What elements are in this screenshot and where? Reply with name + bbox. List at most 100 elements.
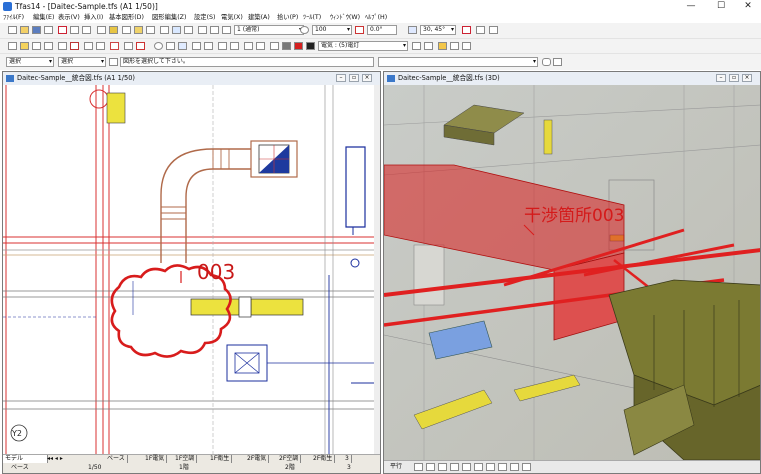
snap-angle-select[interactable]: 30, 45° ▾ xyxy=(420,25,456,35)
3d-model-view[interactable]: 干渉箇所003 xyxy=(384,85,761,461)
command-input[interactable]: ▾ xyxy=(378,57,538,67)
copy-icon[interactable] xyxy=(97,26,106,34)
menu-architecture[interactable]: 建築(A) xyxy=(248,13,270,23)
menu-edit[interactable]: 編集(E) xyxy=(33,13,55,23)
tfs-icon[interactable] xyxy=(489,26,498,34)
fit-icon[interactable] xyxy=(450,463,459,471)
ungroup-icon[interactable] xyxy=(244,42,253,50)
menu-basic-shape[interactable]: 基本図形(D) xyxy=(109,13,144,23)
print-icon[interactable] xyxy=(44,26,53,34)
arrange-icon[interactable] xyxy=(218,42,227,50)
paste-icon[interactable] xyxy=(109,26,118,34)
pane-restore-button[interactable]: ▫ xyxy=(729,74,739,82)
close-button[interactable]: ✕ xyxy=(735,0,761,13)
layer-up-icon[interactable] xyxy=(412,42,421,50)
marker-tool-icon[interactable] xyxy=(110,42,119,50)
tab-2f-plumbing[interactable]: 2F衛生 xyxy=(311,455,336,463)
menu-help[interactable]: ﾍﾙﾌﾟ(H) xyxy=(365,13,387,23)
hatch-tool-icon[interactable] xyxy=(124,42,133,50)
lock-icon[interactable] xyxy=(256,42,265,50)
pane-close-button[interactable]: × xyxy=(742,74,752,82)
layer-list-icon[interactable] xyxy=(450,42,459,50)
menu-shape-edit[interactable]: 図形編集(Z) xyxy=(152,13,186,23)
fill-tool-icon[interactable] xyxy=(20,42,29,50)
3d-viewport[interactable]: 干渉箇所003 xyxy=(384,85,761,461)
menu-insert[interactable]: 挿入(I) xyxy=(84,13,103,23)
tab-1f-plumbing[interactable]: 1F衛生 xyxy=(208,455,233,463)
microphone-icon[interactable] xyxy=(542,58,551,66)
redo-icon[interactable] xyxy=(82,26,91,34)
redraw-icon[interactable] xyxy=(146,26,155,34)
trim-tool-icon[interactable] xyxy=(70,42,79,50)
3d-icon[interactable] xyxy=(476,26,485,34)
layer-select[interactable]: 電気 : (5)電灯 ▾ xyxy=(318,41,408,51)
stamp-icon[interactable] xyxy=(204,42,213,50)
circle-tool-icon[interactable] xyxy=(300,26,309,34)
view-side-icon[interactable] xyxy=(522,463,531,471)
calc-icon[interactable] xyxy=(192,42,201,50)
menu-settings[interactable]: 設定(S) xyxy=(194,13,216,23)
clash-check-icon[interactable] xyxy=(462,26,471,34)
nav-arrows[interactable]: ◂◂ ◂ ▸ xyxy=(45,455,65,463)
pane-restore-button[interactable]: ▫ xyxy=(349,74,359,82)
mirror-tool-icon[interactable] xyxy=(96,42,105,50)
save-icon[interactable] xyxy=(32,26,41,34)
menu-takeoff[interactable]: 拾い(P) xyxy=(277,13,298,23)
color-red-icon[interactable] xyxy=(294,42,303,50)
color-black-icon[interactable] xyxy=(306,42,315,50)
section-icon[interactable] xyxy=(474,463,483,471)
ortho-icon[interactable] xyxy=(408,26,417,34)
minimize-button[interactable]: — xyxy=(678,0,704,13)
text-tool-icon[interactable] xyxy=(32,42,41,50)
table-tool-icon[interactable] xyxy=(166,42,175,50)
open-folder-icon[interactable] xyxy=(20,26,29,34)
copy-layer-icon[interactable] xyxy=(270,42,279,50)
tab-1f-hvac[interactable]: 1F空調 xyxy=(173,455,198,463)
zoom-all-icon[interactable] xyxy=(134,26,143,34)
zoom-icon[interactable] xyxy=(438,463,447,471)
zoom-select[interactable]: 100 ▾ xyxy=(312,25,352,35)
zoom-window-icon[interactable] xyxy=(122,26,131,34)
menu-view[interactable]: 表示(V) xyxy=(58,13,80,23)
select-mode-combo[interactable]: 選択 ▾ xyxy=(6,57,54,67)
select-filter-combo[interactable]: 選択 ▾ xyxy=(58,57,106,67)
delete-tool-icon[interactable] xyxy=(136,42,145,50)
tab-2f-electric[interactable]: 2F電気 xyxy=(245,455,270,463)
layer-settings-icon[interactable] xyxy=(462,42,471,50)
snap-icon[interactable] xyxy=(172,26,181,34)
rect-tool-icon[interactable] xyxy=(8,42,17,50)
drawing-canvas[interactable]: 003 Y2 xyxy=(3,85,380,457)
pane-close-button[interactable]: × xyxy=(362,74,372,82)
view-eye-icon[interactable] xyxy=(154,42,163,50)
group-icon[interactable] xyxy=(230,42,239,50)
view-front-icon[interactable] xyxy=(510,463,519,471)
menu-file[interactable]: ﾌｧｲﾙ(F) xyxy=(3,13,24,23)
layer-color-icon[interactable] xyxy=(438,42,447,50)
angle-input[interactable]: 0.0° xyxy=(367,25,397,35)
vertical-scrollbar[interactable] xyxy=(374,85,380,455)
tab-3[interactable]: 3 xyxy=(343,455,352,463)
maximize-button[interactable]: ☐ xyxy=(708,0,734,13)
measure-icon[interactable] xyxy=(210,26,219,34)
view-top-icon[interactable] xyxy=(498,463,507,471)
cut-icon[interactable] xyxy=(58,26,67,34)
grid-icon[interactable] xyxy=(160,26,169,34)
list-icon[interactable] xyxy=(222,26,231,34)
new-file-icon[interactable] xyxy=(8,26,17,34)
symbol-tool-icon[interactable] xyxy=(58,42,67,50)
plan-drawing[interactable]: 003 Y2 xyxy=(3,85,380,457)
layer-manager-icon[interactable] xyxy=(178,42,187,50)
pan-icon[interactable] xyxy=(426,463,435,471)
menu-window[interactable]: ｳｨﾝﾄﾞｳ(W) xyxy=(330,13,360,23)
render-icon[interactable] xyxy=(486,463,495,471)
orbit-icon[interactable] xyxy=(414,463,423,471)
menu-tools[interactable]: ﾂｰﾙ(T) xyxy=(303,13,321,23)
rotate-icon[interactable] xyxy=(355,26,364,34)
pin-icon[interactable] xyxy=(553,58,562,66)
pane-minimize-button[interactable]: – xyxy=(716,74,726,82)
walk-icon[interactable] xyxy=(462,463,471,471)
pane-minimize-button[interactable]: – xyxy=(336,74,346,82)
layer-down-icon[interactable] xyxy=(424,42,433,50)
undo-icon[interactable] xyxy=(70,26,79,34)
offset-tool-icon[interactable] xyxy=(84,42,93,50)
